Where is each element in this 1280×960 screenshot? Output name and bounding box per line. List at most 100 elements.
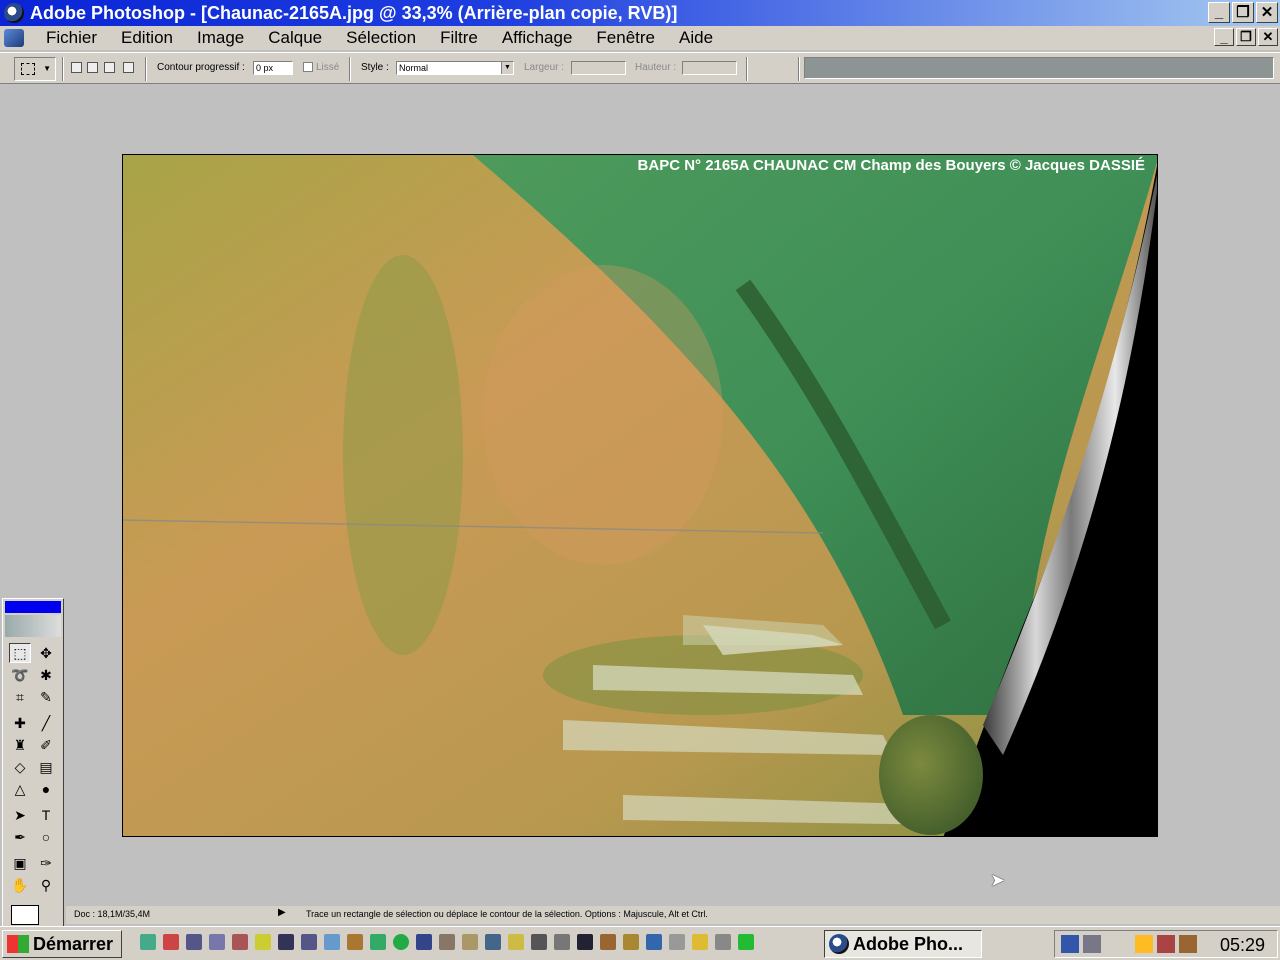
quicklaunch-icon[interactable] (416, 934, 432, 950)
quicklaunch-icon[interactable] (623, 934, 639, 950)
lasso-icon[interactable]: ➰ (9, 665, 31, 685)
mouse-cursor-icon: ➤ (990, 870, 1006, 890)
quicklaunch-icon[interactable] (508, 934, 524, 950)
restore-button[interactable]: ❐ (1232, 2, 1254, 23)
tray-tool-icon[interactable] (1157, 935, 1175, 953)
menu-calque[interactable]: Calque (256, 28, 334, 48)
quicklaunch-icon[interactable] (692, 934, 708, 950)
intersect-selection-icon[interactable] (123, 62, 134, 73)
quicklaunch-icon[interactable] (485, 934, 501, 950)
quicklaunch-icon[interactable] (324, 934, 340, 950)
quicklaunch-icon[interactable] (163, 934, 179, 950)
quicklaunch-icon[interactable] (370, 934, 386, 950)
history-brush-icon[interactable]: ✐ (35, 735, 57, 755)
divider (746, 57, 748, 81)
quicklaunch-icon[interactable] (531, 934, 547, 950)
rect-marquee-icon[interactable]: ⬚ (9, 643, 31, 663)
quicklaunch-icon[interactable] (646, 934, 662, 950)
quicklaunch-icon[interactable] (715, 934, 731, 950)
chevron-down-icon: ▼ (501, 62, 513, 74)
doc-restore-button[interactable]: ❐ (1236, 28, 1256, 46)
height-input[interactable] (682, 61, 737, 75)
gradient-icon[interactable]: ▤ (35, 757, 57, 777)
quicklaunch-icon[interactable] (232, 934, 248, 950)
doc-minimize-button[interactable]: _ (1214, 28, 1234, 46)
clock: 05:29 (1219, 935, 1265, 955)
menu-fichier[interactable]: Fichier (34, 28, 109, 48)
quicklaunch-icon[interactable] (140, 934, 156, 950)
quicklaunch-icon[interactable] (462, 934, 478, 950)
photoshop-logo-icon[interactable] (5, 615, 61, 637)
brush-icon[interactable]: ╱ (35, 713, 57, 733)
minimize-button[interactable]: _ (1208, 2, 1230, 23)
healing-brush-icon[interactable]: ✚ (9, 713, 31, 733)
tool-preset-picker[interactable]: ▼ (14, 57, 56, 81)
tray-app-icon[interactable] (1179, 935, 1197, 953)
menu-selection[interactable]: Sélection (334, 28, 428, 48)
quicklaunch-icon[interactable] (209, 934, 225, 950)
quicklaunch-icon[interactable] (255, 934, 271, 950)
zoom-icon[interactable]: ⚲ (35, 875, 57, 895)
blur-icon[interactable]: △ (9, 779, 31, 799)
status-menu-arrow-icon[interactable]: ▶ (278, 907, 286, 918)
quicklaunch-icon[interactable] (600, 934, 616, 950)
subtract-selection-icon[interactable] (104, 62, 115, 73)
doc-close-button[interactable]: ✕ (1258, 28, 1278, 46)
start-button[interactable]: Démarrer (2, 930, 122, 958)
path-select-icon[interactable]: ➤ (9, 805, 31, 825)
notes-icon[interactable]: ▣ (9, 853, 31, 873)
clone-stamp-icon[interactable]: ♜ (9, 735, 31, 755)
magic-wand-icon[interactable]: ✱ (35, 665, 57, 685)
hand-icon[interactable]: ✋ (9, 875, 31, 895)
document-canvas[interactable]: BAPC N° 2165A CHAUNAC CM Champ des Bouye… (122, 154, 1158, 837)
document-icon[interactable] (4, 29, 24, 47)
taskbar: Démarrer Adobe Pho... 05:29 (0, 926, 1280, 960)
tray-power-icon[interactable] (1135, 935, 1153, 953)
quicklaunch-icon[interactable] (738, 934, 754, 950)
new-selection-icon[interactable] (71, 62, 82, 73)
palette-well[interactable] (804, 57, 1274, 79)
divider (145, 57, 147, 81)
tray-network-icon[interactable] (1083, 935, 1101, 953)
photoshop-app-icon[interactable] (4, 3, 24, 23)
quicklaunch-icon[interactable] (439, 934, 455, 950)
quicklaunch-icon[interactable] (554, 934, 570, 950)
quicklaunch-icon[interactable] (393, 934, 409, 950)
foreground-color-swatch[interactable] (11, 905, 39, 925)
close-button[interactable]: ✕ (1256, 2, 1278, 23)
menu-affichage[interactable]: Affichage (490, 28, 585, 48)
taskbar-photoshop-button[interactable]: Adobe Pho... (824, 930, 982, 958)
menu-aide[interactable]: Aide (667, 28, 725, 48)
eyedropper-icon[interactable]: ✑ (35, 853, 57, 873)
quicklaunch-icon[interactable] (347, 934, 363, 950)
menu-fenetre[interactable]: Fenêtre (584, 28, 667, 48)
toolbox: ⬚ ✥ ➰ ✱ ⌗ ✎ ✚ ╱ ♜ ✐ ◇ ▤ △ ● ➤ T ✒ ○ ▣ ✑ … (2, 598, 64, 928)
feather-input[interactable]: 0 px (253, 61, 293, 75)
pen-icon[interactable]: ✒ (9, 827, 31, 847)
quicklaunch-icon[interactable] (186, 934, 202, 950)
eraser-icon[interactable]: ◇ (9, 757, 31, 777)
style-select[interactable]: Normal ▼ (396, 61, 514, 75)
quicklaunch-icon[interactable] (577, 934, 593, 950)
options-bar: ▼ Contour progressif : 0 px Lissé Style … (0, 52, 1280, 84)
quicklaunch-icon[interactable] (278, 934, 294, 950)
quicklaunch-icon[interactable] (301, 934, 317, 950)
width-input[interactable] (571, 61, 626, 75)
height-label: Hauteur : (635, 62, 677, 73)
crop-icon[interactable]: ⌗ (9, 687, 31, 707)
menu-image[interactable]: Image (185, 28, 256, 48)
quicklaunch-icon[interactable] (669, 934, 685, 950)
shape-icon[interactable]: ○ (35, 827, 57, 847)
slice-icon[interactable]: ✎ (35, 687, 57, 707)
menu-filtre[interactable]: Filtre (428, 28, 490, 48)
add-selection-icon[interactable] (87, 62, 98, 73)
type-icon[interactable]: T (35, 805, 57, 825)
feather-label: Contour progressif : (157, 62, 245, 73)
tray-ime-icon[interactable] (1061, 935, 1079, 953)
windows-logo-icon (7, 935, 29, 953)
antialias-checkbox[interactable] (303, 62, 313, 72)
move-icon[interactable]: ✥ (35, 643, 57, 663)
dodge-icon[interactable]: ● (35, 779, 57, 799)
menu-edition[interactable]: Edition (109, 28, 185, 48)
toolbox-titlebar[interactable] (5, 601, 61, 613)
